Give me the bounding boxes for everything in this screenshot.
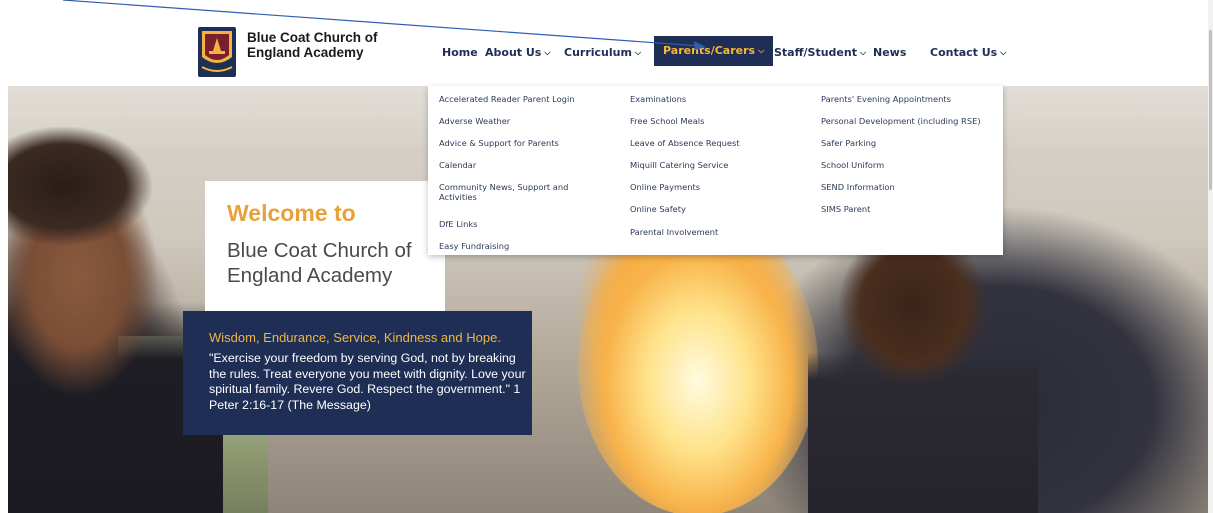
nav-about-label: About Us bbox=[485, 46, 542, 59]
logo-line-1: Blue Coat Church of bbox=[247, 30, 378, 45]
motto-quote: "Exercise your freedom by serving God, n… bbox=[209, 351, 526, 412]
parents-carers-dropdown-menu: Accelerated Reader Parent Login Adverse … bbox=[428, 86, 1003, 255]
chevron-down-icon: ⌵ bbox=[859, 48, 867, 57]
chevron-down-icon: ⌵ bbox=[1000, 48, 1007, 57]
chevron-down-icon: ⌵ bbox=[758, 46, 765, 55]
nav-contact-us[interactable]: Contact Us ⌵ bbox=[930, 40, 1006, 66]
menu-item[interactable]: Examinations bbox=[630, 94, 686, 104]
nav-news-label: News bbox=[873, 46, 907, 59]
logo-line-2: England Academy bbox=[247, 45, 364, 60]
menu-item[interactable]: Easy Fundraising bbox=[439, 241, 509, 251]
nav-parents-label: Parents/Carers bbox=[663, 44, 756, 57]
nav-about-us[interactable]: About Us ⌵ bbox=[485, 40, 550, 66]
hero-student-figure bbox=[808, 236, 1038, 513]
menu-item[interactable]: Miquill Catering Service bbox=[630, 160, 728, 170]
menu-item[interactable]: Online Payments bbox=[630, 182, 700, 192]
school-crest-icon[interactable] bbox=[198, 27, 236, 77]
menu-item[interactable]: SEND Information bbox=[821, 182, 895, 192]
nav-curriculum-label: Curriculum bbox=[564, 46, 632, 59]
menu-item[interactable]: Personal Development (including RSE) bbox=[821, 116, 981, 126]
menu-item[interactable]: Advice & Support for Parents bbox=[439, 138, 559, 148]
page-scrollbar-thumb[interactable] bbox=[1209, 30, 1212, 190]
nav-curriculum[interactable]: Curriculum ⌵ bbox=[564, 40, 641, 66]
nav-home[interactable]: Home bbox=[442, 40, 478, 66]
motto-heading: Wisdom, Endurance, Service, Kindness and… bbox=[209, 330, 501, 345]
welcome-school-name: Blue Coat Church of England Academy bbox=[227, 239, 412, 287]
welcome-heading: Welcome to bbox=[227, 200, 356, 226]
site-header: Blue Coat Church of England Academy Home… bbox=[0, 0, 1213, 86]
nav-staff-student[interactable]: Staff/Student ⌵ bbox=[774, 40, 866, 66]
menu-item[interactable]: School Uniform bbox=[821, 160, 884, 170]
menu-item[interactable]: DfE Links bbox=[439, 219, 478, 229]
nav-news[interactable]: News bbox=[873, 40, 906, 66]
nav-contact-label: Contact Us bbox=[930, 46, 998, 59]
chevron-down-icon: ⌵ bbox=[544, 48, 551, 57]
hero-flame bbox=[578, 216, 818, 513]
menu-item[interactable]: Accelerated Reader Parent Login bbox=[439, 94, 575, 104]
nav-staff-label: Staff/Student bbox=[774, 46, 857, 59]
menu-item[interactable]: Parental Involvement bbox=[630, 227, 718, 237]
menu-item[interactable]: Community News, Support and Activities bbox=[439, 182, 589, 202]
nav-home-label: Home bbox=[442, 46, 478, 59]
menu-item[interactable]: SIMS Parent bbox=[821, 204, 870, 214]
menu-item[interactable]: Adverse Weather bbox=[439, 116, 510, 126]
menu-item[interactable]: Free School Meals bbox=[630, 116, 704, 126]
site-logo-text[interactable]: Blue Coat Church of England Academy bbox=[247, 30, 378, 60]
menu-item[interactable]: Leave of Absence Request bbox=[630, 138, 740, 148]
menu-item[interactable]: Calendar bbox=[439, 160, 476, 170]
menu-item[interactable]: Safer Parking bbox=[821, 138, 876, 148]
nav-parents-carers[interactable]: Parents/Carers ⌵ bbox=[654, 36, 774, 66]
menu-item[interactable]: Parents' Evening Appointments bbox=[821, 94, 951, 104]
menu-item[interactable]: Online Safety bbox=[630, 204, 686, 214]
chevron-down-icon: ⌵ bbox=[634, 48, 642, 57]
